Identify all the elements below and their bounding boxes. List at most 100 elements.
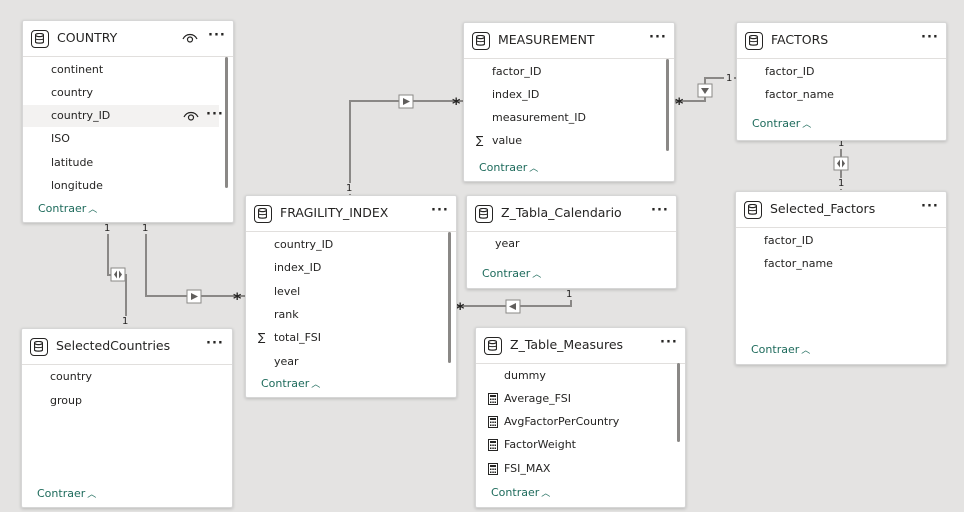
more-options-icon[interactable]: ··· bbox=[649, 30, 667, 45]
field-name: factor_ID bbox=[492, 65, 542, 78]
model-canvas[interactable]: 1 * * 1 1 1 1 1 * 1 1 * COUNTRY ··· cont… bbox=[0, 0, 964, 512]
field-row[interactable]: measurement_ID bbox=[464, 107, 660, 129]
field-name: Average_FSI bbox=[504, 392, 572, 405]
collapse-link[interactable]: Contraer ︿ bbox=[482, 267, 541, 280]
field-row[interactable]: continent bbox=[23, 59, 219, 81]
collapse-link[interactable]: Contraer ︿ bbox=[491, 486, 550, 499]
table-header[interactable]: Z_Table_Measures ··· bbox=[476, 328, 685, 364]
more-options-icon[interactable]: ··· bbox=[206, 104, 224, 126]
collapse-label: Contraer bbox=[752, 117, 801, 130]
field-row[interactable]: factor_name bbox=[736, 253, 932, 275]
field-row[interactable]: ∑ total_FSI bbox=[246, 327, 442, 349]
field-row[interactable]: level bbox=[246, 281, 442, 303]
field-row[interactable]: latitude bbox=[23, 152, 219, 174]
field-row[interactable]: factor_ID bbox=[736, 230, 932, 252]
field-name: group bbox=[50, 394, 82, 407]
field-name: index_ID bbox=[492, 88, 540, 101]
field-name: dummy bbox=[504, 369, 546, 382]
database-icon bbox=[475, 205, 493, 223]
database-icon bbox=[484, 337, 502, 355]
rel-arrow-box bbox=[833, 156, 849, 171]
table-title: FACTORS bbox=[771, 32, 829, 47]
field-name: country bbox=[50, 370, 93, 383]
more-options-icon[interactable]: ··· bbox=[921, 199, 939, 214]
field-row[interactable]: year bbox=[467, 233, 662, 255]
rel-line-country-fragility bbox=[145, 221, 245, 297]
table-header[interactable]: Z_Tabla_Calendario ··· bbox=[467, 196, 676, 232]
eye-icon[interactable] bbox=[182, 32, 198, 44]
table-card-selected-countries[interactable]: SelectedCountries ··· country group Cont… bbox=[21, 328, 233, 508]
field-row[interactable]: longitude bbox=[23, 175, 219, 197]
collapse-link[interactable]: Contraer ︿ bbox=[261, 377, 320, 390]
cardinality-one: 1 bbox=[564, 289, 575, 300]
field-row[interactable]: factor_ID bbox=[464, 61, 660, 83]
more-options-icon[interactable]: ··· bbox=[431, 203, 449, 218]
calculator-icon bbox=[488, 439, 498, 451]
table-header[interactable]: SelectedCountries ··· bbox=[22, 329, 232, 365]
field-row[interactable]: Average_FSI bbox=[476, 388, 671, 410]
table-card-z-table-measures[interactable]: Z_Table_Measures ··· dummy Average_FSI A… bbox=[475, 327, 686, 508]
collapse-link[interactable]: Contraer ︿ bbox=[479, 161, 538, 174]
field-row[interactable]: ISO bbox=[23, 128, 219, 150]
field-row[interactable]: FactorWeight bbox=[476, 434, 671, 456]
collapse-link[interactable]: Contraer ︿ bbox=[751, 343, 810, 356]
field-name: value bbox=[492, 134, 523, 147]
cardinality-one: 1 bbox=[836, 178, 847, 189]
table-header[interactable]: FRAGILITY_INDEX ··· bbox=[246, 196, 456, 232]
field-row[interactable]: factor_name bbox=[737, 84, 932, 106]
field-row[interactable]: group bbox=[22, 390, 218, 412]
collapse-link[interactable]: Contraer ︿ bbox=[38, 202, 97, 215]
scrollbar[interactable] bbox=[666, 59, 669, 151]
field-row[interactable]: country bbox=[22, 366, 218, 388]
table-header[interactable]: Selected_Factors ··· bbox=[736, 192, 946, 228]
table-header[interactable]: MEASUREMENT ··· bbox=[464, 23, 674, 59]
rel-line-fragility-measurement bbox=[349, 100, 463, 195]
collapse-label: Contraer bbox=[482, 267, 531, 280]
eye-icon[interactable] bbox=[183, 110, 199, 122]
field-row[interactable]: country bbox=[23, 82, 219, 104]
more-options-icon[interactable]: ··· bbox=[651, 203, 669, 218]
field-row[interactable]: AvgFactorPerCountry bbox=[476, 411, 671, 433]
field-name: continent bbox=[51, 63, 104, 76]
scrollbar[interactable] bbox=[448, 232, 451, 363]
table-card-factors[interactable]: FACTORS ··· factor_ID factor_name Contra… bbox=[736, 22, 947, 141]
more-options-icon[interactable]: ··· bbox=[206, 336, 224, 351]
field-name: AvgFactorPerCountry bbox=[504, 415, 620, 428]
field-row[interactable]: index_ID bbox=[464, 84, 660, 106]
scrollbar[interactable] bbox=[677, 363, 680, 442]
table-header[interactable]: COUNTRY ··· bbox=[23, 21, 233, 57]
field-row[interactable]: index_ID bbox=[246, 257, 442, 279]
collapse-label: Contraer bbox=[751, 343, 800, 356]
cardinality-one: 1 bbox=[120, 316, 131, 327]
field-name: measurement_ID bbox=[492, 111, 586, 124]
cardinality-many: * bbox=[233, 289, 242, 308]
table-card-z-tabla-calendario[interactable]: Z_Tabla_Calendario ··· year Contraer ︿ bbox=[466, 195, 677, 289]
table-header[interactable]: FACTORS ··· bbox=[737, 23, 946, 59]
more-options-icon[interactable]: ··· bbox=[921, 30, 939, 45]
table-card-country[interactable]: COUNTRY ··· continent country country_ID… bbox=[22, 20, 234, 223]
cardinality-one: 1 bbox=[102, 223, 113, 234]
table-title: SelectedCountries bbox=[56, 338, 171, 353]
more-options-icon[interactable]: ··· bbox=[208, 28, 226, 43]
scrollbar[interactable] bbox=[225, 57, 228, 188]
table-title: COUNTRY bbox=[57, 30, 118, 45]
field-row[interactable]: factor_ID bbox=[737, 61, 932, 83]
collapse-link[interactable]: Contraer ︿ bbox=[752, 117, 811, 130]
field-name: rank bbox=[274, 308, 299, 321]
table-card-measurement[interactable]: MEASUREMENT ··· factor_ID index_ID measu… bbox=[463, 22, 675, 182]
table-title: MEASUREMENT bbox=[498, 32, 595, 47]
field-row[interactable]: country_ID ··· bbox=[23, 105, 223, 127]
field-row[interactable]: country_ID bbox=[246, 234, 442, 256]
table-card-selected-factors[interactable]: Selected_Factors ··· factor_ID factor_na… bbox=[735, 191, 947, 365]
collapse-link[interactable]: Contraer ︿ bbox=[37, 487, 96, 500]
field-row[interactable]: rank bbox=[246, 304, 442, 326]
more-options-icon[interactable]: ··· bbox=[660, 335, 678, 350]
table-title: Selected_Factors bbox=[770, 201, 876, 216]
database-icon bbox=[472, 32, 490, 50]
table-card-fragility-index[interactable]: FRAGILITY_INDEX ··· country_ID index_ID … bbox=[245, 195, 457, 398]
field-row[interactable]: dummy bbox=[476, 365, 671, 387]
field-row[interactable]: ∑ value bbox=[464, 130, 660, 152]
field-row[interactable]: FSI_MAX bbox=[476, 458, 671, 480]
field-name: country bbox=[51, 86, 94, 99]
field-row[interactable]: year bbox=[246, 351, 442, 373]
